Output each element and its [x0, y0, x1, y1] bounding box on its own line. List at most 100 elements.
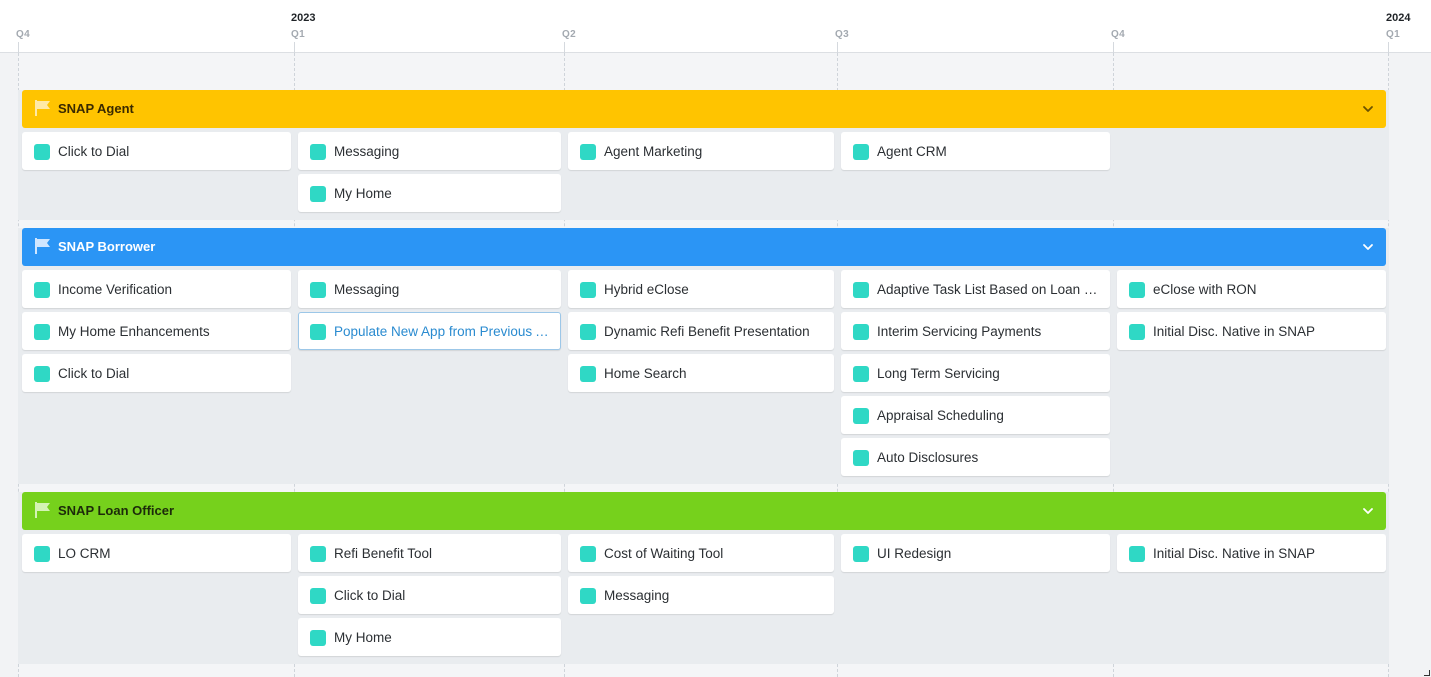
quarter-label: Q1 — [1386, 29, 1400, 40]
item-label: UI Redesign — [877, 546, 952, 561]
item-label: Interim Servicing Payments — [877, 324, 1042, 339]
roadmap-item-card[interactable]: Messaging — [298, 270, 561, 308]
roadmap-item-card[interactable]: Click to Dial — [22, 132, 291, 170]
quarter-tick — [837, 42, 838, 53]
group-title: SNAP Loan Officer — [58, 503, 175, 518]
roadmap-item-card[interactable]: Interim Servicing Payments — [841, 312, 1110, 350]
item-label: Agent Marketing — [604, 144, 703, 159]
roadmap-item-card[interactable]: Adaptive Task List Based on Loan Status — [841, 270, 1110, 308]
item-label: LO CRM — [58, 546, 111, 561]
chevron-down-icon[interactable] — [1362, 241, 1374, 253]
year-label: 2023 — [291, 12, 316, 24]
item-status-icon — [580, 588, 596, 604]
item-label: Messaging — [334, 282, 400, 297]
roadmap-item-card[interactable]: Agent Marketing — [568, 132, 834, 170]
resize-grip-icon[interactable] — [1424, 670, 1430, 676]
item-status-icon — [310, 630, 326, 646]
item-label: Populate New App from Previous App — [334, 324, 550, 339]
item-status-icon — [34, 546, 50, 562]
item-label: Cost of Waiting Tool — [604, 546, 724, 561]
item-status-icon — [853, 282, 869, 298]
quarter-tick — [564, 42, 565, 53]
quarter-tick — [1388, 42, 1389, 53]
item-label: eClose with RON — [1153, 282, 1257, 297]
chevron-down-icon[interactable] — [1362, 103, 1374, 115]
item-label: Hybrid eClose — [604, 282, 689, 297]
item-status-icon — [853, 450, 869, 466]
item-label: Adaptive Task List Based on Loan Status — [877, 282, 1099, 297]
quarter-label: Q3 — [835, 29, 849, 40]
item-label: Click to Dial — [334, 588, 406, 603]
roadmap-item-card[interactable]: Refi Benefit Tool — [298, 534, 561, 572]
flag-icon — [35, 100, 50, 116]
item-status-icon — [853, 324, 869, 340]
roadmap-item-card[interactable]: Appraisal Scheduling — [841, 396, 1110, 434]
item-status-icon — [310, 144, 326, 160]
roadmap-item-card[interactable]: My Home — [298, 174, 561, 212]
item-status-icon — [580, 324, 596, 340]
item-label: My Home — [334, 186, 392, 201]
year-label: 2024 — [1386, 12, 1411, 24]
quarter-label: Q4 — [16, 29, 30, 40]
roadmap-item-card[interactable]: Cost of Waiting Tool — [568, 534, 834, 572]
chevron-down-icon[interactable] — [1362, 505, 1374, 517]
roadmap-item-card[interactable]: Long Term Servicing — [841, 354, 1110, 392]
item-status-icon — [34, 144, 50, 160]
roadmap-item-card[interactable]: Populate New App from Previous App — [298, 312, 561, 350]
roadmap-item-card[interactable]: Hybrid eClose — [568, 270, 834, 308]
item-status-icon — [1129, 546, 1145, 562]
roadmap-item-card[interactable]: Messaging — [298, 132, 561, 170]
item-status-icon — [580, 282, 596, 298]
group-header[interactable]: SNAP Loan Officer — [22, 492, 1386, 530]
quarter-tick — [18, 42, 19, 53]
quarter-label: Q4 — [1111, 29, 1125, 40]
roadmap-item-card[interactable]: Auto Disclosures — [841, 438, 1110, 476]
group-header[interactable]: SNAP Borrower — [22, 228, 1386, 266]
roadmap-item-card[interactable]: Click to Dial — [22, 354, 291, 392]
item-status-icon — [580, 546, 596, 562]
quarter-tick — [294, 42, 295, 53]
quarter-label: Q1 — [291, 29, 305, 40]
item-status-icon — [1129, 282, 1145, 298]
item-label: Agent CRM — [877, 144, 947, 159]
item-label: Initial Disc. Native in SNAP — [1153, 324, 1316, 339]
roadmap-item-card[interactable]: Home Search — [568, 354, 834, 392]
roadmap-item-card[interactable]: Click to Dial — [298, 576, 561, 614]
item-label: Initial Disc. Native in SNAP — [1153, 546, 1316, 561]
item-label: Income Verification — [58, 282, 173, 297]
roadmap-item-card[interactable]: UI Redesign — [841, 534, 1110, 572]
roadmap-item-card[interactable]: Initial Disc. Native in SNAP — [1117, 312, 1386, 350]
roadmap-item-card[interactable]: Dynamic Refi Benefit Presentation — [568, 312, 834, 350]
item-label: Messaging — [334, 144, 400, 159]
group-title: SNAP Borrower — [58, 239, 156, 254]
item-status-icon — [580, 366, 596, 382]
roadmap-item-card[interactable]: Messaging — [568, 576, 834, 614]
item-label: My Home Enhancements — [58, 324, 210, 339]
item-status-icon — [580, 144, 596, 160]
item-label: Refi Benefit Tool — [334, 546, 433, 561]
flag-icon — [35, 502, 50, 518]
roadmap-item-card[interactable]: eClose with RON — [1117, 270, 1386, 308]
group-title: SNAP Agent — [58, 101, 134, 116]
item-status-icon — [34, 324, 50, 340]
item-label: Auto Disclosures — [877, 450, 979, 465]
item-status-icon — [34, 366, 50, 382]
item-status-icon — [310, 546, 326, 562]
roadmap-item-card[interactable]: Initial Disc. Native in SNAP — [1117, 534, 1386, 572]
timeline-header: Q4 2023 Q1 Q2 Q3 Q4 2024 Q1 — [0, 0, 1431, 53]
item-label: Dynamic Refi Benefit Presentation — [604, 324, 810, 339]
roadmap-item-card[interactable]: Agent CRM — [841, 132, 1110, 170]
roadmap-item-card[interactable]: LO CRM — [22, 534, 291, 572]
roadmap-item-card[interactable]: Income Verification — [22, 270, 291, 308]
quarter-label: Q2 — [562, 29, 576, 40]
item-status-icon — [1129, 324, 1145, 340]
item-label: Long Term Servicing — [877, 366, 1000, 381]
quarter-tick — [1113, 42, 1114, 53]
item-status-icon — [853, 144, 869, 160]
group-header[interactable]: SNAP Agent — [22, 90, 1386, 128]
item-status-icon — [853, 366, 869, 382]
roadmap-item-card[interactable]: My Home — [298, 618, 561, 656]
roadmap-item-card[interactable]: My Home Enhancements — [22, 312, 291, 350]
item-status-icon — [34, 282, 50, 298]
item-label: Click to Dial — [58, 366, 130, 381]
